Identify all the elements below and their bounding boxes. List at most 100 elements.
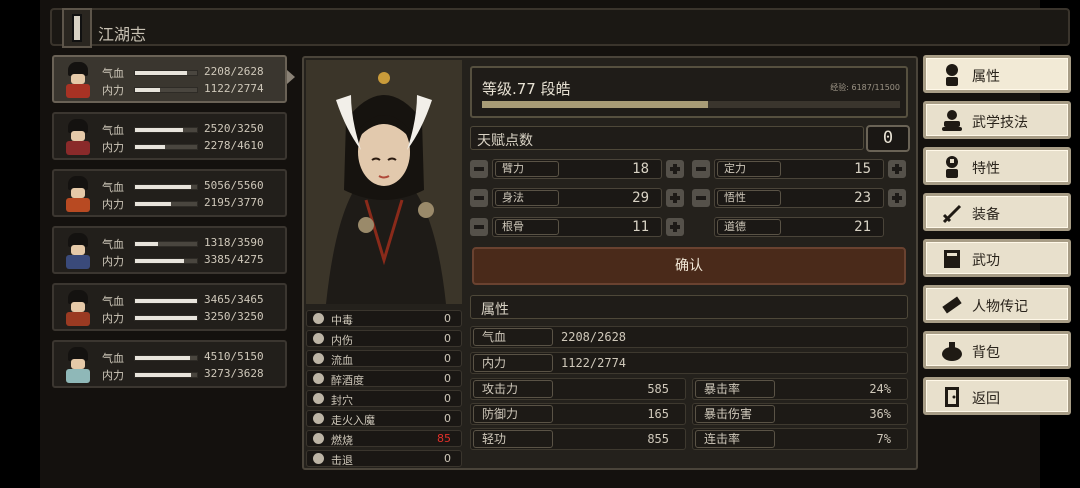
- hp-bar: [134, 355, 198, 361]
- menu-meditating-person-button[interactable]: 武学技法: [923, 101, 1071, 139]
- mp-label: 内力: [102, 84, 124, 97]
- menu-person-button[interactable]: 属性: [923, 55, 1071, 93]
- menu-door-button[interactable]: 返回: [923, 377, 1071, 415]
- confirm-button[interactable]: 确认: [472, 247, 906, 285]
- attributes-header: 属性: [470, 295, 908, 319]
- mp-row: 内力 3273/3628: [102, 367, 282, 382]
- combat-stat: 攻击力 585: [470, 378, 686, 400]
- exp-bar: [482, 101, 900, 108]
- character-avatar: [60, 231, 96, 269]
- title-bar: 江湖志: [50, 8, 1070, 48]
- increase-focus-button[interactable]: [888, 160, 906, 178]
- mp-bar-fill: [135, 373, 191, 377]
- mp-label: 内力: [102, 141, 124, 154]
- increase-constitution-button[interactable]: [666, 218, 684, 236]
- hp-label: 气血: [102, 238, 124, 251]
- party-member-card[interactable]: 气血 1318/3590 内力 3385/4275: [52, 226, 287, 274]
- broken-heart-icon: [313, 333, 324, 344]
- menu-book-button[interactable]: 武功: [923, 239, 1071, 277]
- hp-bar: [134, 241, 198, 247]
- decrease-insight-button[interactable]: [692, 189, 710, 207]
- blood-drop-icon: [313, 353, 324, 364]
- stat-name: 身法: [495, 190, 559, 206]
- bag-icon: [940, 339, 964, 363]
- hp-label: 气血: [102, 67, 124, 80]
- base-stat: 根骨 11: [492, 217, 662, 237]
- attr-mp-value: 1122/2774: [561, 356, 627, 370]
- level-panel: 等级.77 段皓 经验: 6187/11500: [470, 66, 908, 118]
- base-stat: 悟性 23: [714, 188, 884, 208]
- menu-bag-button[interactable]: 背包: [923, 331, 1071, 369]
- party-member-card[interactable]: 气血 2208/2628 内力 1122/2774: [52, 55, 287, 103]
- scroll-icon: [940, 293, 964, 317]
- base-stat: 定力 15: [714, 159, 884, 179]
- attr-hp-label: 气血: [473, 328, 553, 346]
- demon-face-icon: [313, 413, 324, 424]
- menu-label: 返回: [972, 391, 1000, 407]
- dizzy-icon: [313, 373, 324, 384]
- status-effect-row: 内伤 0: [306, 330, 462, 347]
- menu-label: 特性: [972, 161, 1000, 177]
- combat-stat: 轻功 855: [470, 428, 686, 450]
- attr-hp-value: 2208/2628: [561, 330, 627, 344]
- hp-bar-fill: [135, 185, 192, 189]
- increase-insight-button[interactable]: [888, 189, 906, 207]
- status-value: 0: [444, 412, 451, 425]
- hp-bar: [134, 298, 198, 304]
- mp-bar: [134, 258, 198, 264]
- party-member-card[interactable]: 气血 4510/5150 内力 3273/3628: [52, 340, 287, 388]
- needle-icon: [313, 393, 324, 404]
- hp-label: 气血: [102, 124, 124, 137]
- exp-bar-fill: [482, 101, 708, 108]
- mp-label: 内力: [102, 255, 124, 268]
- mp-bar-fill: [135, 316, 197, 320]
- mp-value: 3273/3628: [204, 367, 264, 380]
- decrease-strength-button[interactable]: [470, 160, 488, 178]
- hp-value: 2520/3250: [204, 122, 264, 135]
- combat-stat: 防御力 165: [470, 403, 686, 425]
- mp-row: 内力 3385/4275: [102, 253, 282, 268]
- party-member-card[interactable]: 气血 2520/3250 内力 2278/4610: [52, 112, 287, 160]
- status-name: 醉酒度: [331, 374, 364, 387]
- page-title: 江湖志: [98, 25, 147, 44]
- combat-stat-value: 855: [647, 432, 669, 446]
- mp-bar-fill: [135, 202, 171, 206]
- boot-icon: [313, 453, 324, 464]
- meditating-person-icon: [940, 109, 964, 133]
- status-name: 内伤: [331, 334, 353, 347]
- combat-stat-name: 攻击力: [473, 380, 553, 398]
- increase-agility-button[interactable]: [666, 189, 684, 207]
- mp-label: 内力: [102, 198, 124, 211]
- decrease-constitution-button[interactable]: [470, 218, 488, 236]
- mp-label: 内力: [102, 369, 124, 382]
- menu-person-star-button[interactable]: 特性: [923, 147, 1071, 185]
- exp-text: 经验: 6187/11500: [830, 83, 900, 92]
- menu-sword-button[interactable]: 装备: [923, 193, 1071, 231]
- menu-label: 武学技法: [972, 115, 1028, 131]
- combat-stat: 连击率 7%: [692, 428, 908, 450]
- decrease-agility-button[interactable]: [470, 189, 488, 207]
- status-effect-row: 燃烧 85: [306, 430, 462, 447]
- mp-row: 内力 2278/4610: [102, 139, 282, 154]
- talent-points-value: 0: [866, 125, 910, 152]
- combat-stat-name: 轻功: [473, 430, 553, 448]
- hp-label: 气血: [102, 181, 124, 194]
- talent-points-row: 天赋点数: [470, 126, 864, 150]
- party-member-card[interactable]: 气血 5056/5560 内力 2195/3770: [52, 169, 287, 217]
- attr-mp-row: 内力 1122/2774: [470, 352, 908, 374]
- status-effect-row: 封穴 0: [306, 390, 462, 407]
- hp-row: 气血 2208/2628: [102, 65, 282, 80]
- hp-bar-fill: [135, 356, 190, 360]
- menu-label: 人物传记: [972, 299, 1028, 315]
- base-stat: 臂力 18: [492, 159, 662, 179]
- status-effect-row: 醉酒度 0: [306, 370, 462, 387]
- character-portrait: [306, 60, 462, 304]
- mp-bar: [134, 87, 198, 93]
- menu-scroll-button[interactable]: 人物传记: [923, 285, 1071, 323]
- increase-strength-button[interactable]: [666, 160, 684, 178]
- hp-row: 气血 1318/3590: [102, 236, 282, 251]
- party-member-card[interactable]: 气血 3465/3465 内力 3250/3250: [52, 283, 287, 331]
- mp-bar: [134, 144, 198, 150]
- sword-icon: [940, 201, 964, 225]
- decrease-focus-button[interactable]: [692, 160, 710, 178]
